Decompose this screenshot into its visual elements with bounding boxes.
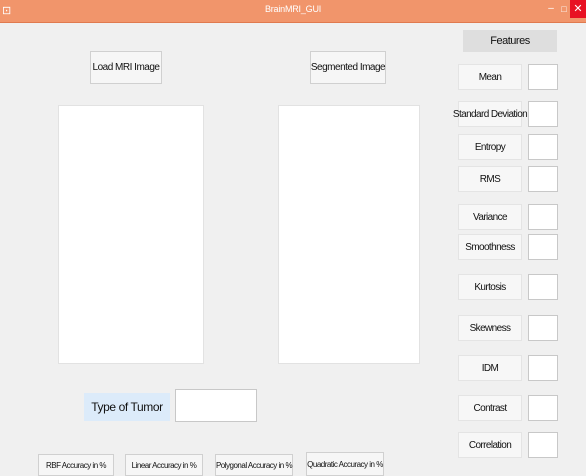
window-title: BrainMRI_GUI: [264, 4, 322, 14]
feature-label-variance: Variance: [458, 204, 522, 230]
feature-value-mean[interactable]: [528, 64, 558, 90]
feature-value-variance[interactable]: [528, 204, 558, 230]
type-of-tumor-label: Type of Tumor: [84, 393, 170, 421]
feature-label-kurtosis: Kurtosis: [458, 274, 522, 300]
feature-value-idm[interactable]: [528, 355, 558, 381]
maximize-icon[interactable]: □: [558, 2, 570, 16]
feature-value-smoothness[interactable]: [528, 234, 558, 260]
title-bar: ⊡ BrainMRI_GUI – □ ✕: [0, 0, 586, 23]
mri-image-axes: [58, 105, 204, 364]
feature-label-standard-deviation: Standard Deviation: [453, 101, 528, 127]
feature-value-skewness[interactable]: [528, 315, 558, 341]
feature-value-contrast[interactable]: [528, 395, 558, 421]
segmented-image-button[interactable]: Segmented Image: [310, 51, 386, 84]
feature-value-correlation[interactable]: [528, 432, 558, 458]
feature-value-standard-deviation[interactable]: [528, 101, 558, 127]
features-header: Features: [463, 30, 557, 52]
minimize-icon[interactable]: –: [544, 2, 558, 16]
feature-value-rms[interactable]: [528, 166, 558, 192]
segmented-image-axes: [278, 105, 420, 364]
feature-label-skewness: Skewness: [458, 315, 522, 341]
feature-label-entropy: Entropy: [458, 134, 522, 160]
load-mri-image-button[interactable]: Load MRI Image: [90, 51, 162, 84]
type-of-tumor-field[interactable]: [175, 389, 257, 422]
feature-label-rms: RMS: [458, 166, 522, 192]
quadratic-accuracy-button[interactable]: Quadratic Accuracy in %: [306, 452, 384, 476]
feature-label-smoothness: Smoothness: [458, 234, 522, 260]
feature-label-idm: IDM: [458, 355, 522, 381]
rbf-accuracy-button[interactable]: RBF Accuracy in %: [38, 454, 114, 476]
polygonal-accuracy-button[interactable]: Polygonal Accuracy in %: [215, 454, 293, 476]
linear-accuracy-button[interactable]: Linear Accuracy in %: [125, 454, 203, 476]
close-icon[interactable]: ✕: [570, 0, 586, 18]
feature-value-kurtosis[interactable]: [528, 274, 558, 300]
feature-label-contrast: Contrast: [458, 395, 522, 421]
feature-label-correlation: Correlation: [458, 432, 522, 458]
feature-value-entropy[interactable]: [528, 134, 558, 160]
feature-label-mean: Mean: [458, 64, 522, 90]
